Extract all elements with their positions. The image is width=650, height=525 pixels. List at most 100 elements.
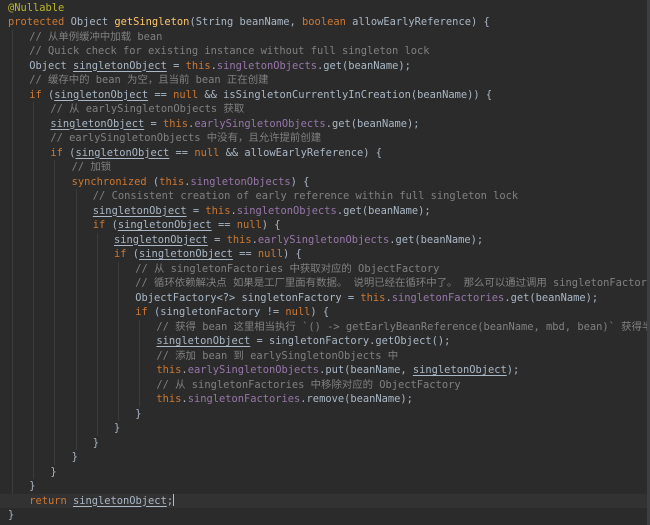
- code-line[interactable]: }: [0, 436, 650, 451]
- code-token: .get(beanName);: [389, 233, 484, 246]
- code-token: this: [163, 117, 189, 130]
- code-line[interactable]: if (singletonFactory != null) {: [0, 305, 650, 320]
- code-token: singletonObject: [72, 59, 167, 72]
- code-token: singletonFactories: [391, 291, 505, 304]
- code-token: singletonObject: [156, 335, 251, 347]
- code-token: null: [236, 219, 262, 231]
- code-token: if: [92, 219, 112, 231]
- code-token: @Nullable: [8, 1, 65, 14]
- code-line[interactable]: }: [0, 421, 650, 436]
- code-token: .get(beanName);: [317, 59, 411, 72]
- code-token: .get(beanName);: [325, 117, 420, 130]
- code-token: earlySingletonObjects: [194, 117, 326, 130]
- code-line[interactable]: ObjectFactory<?> singletonFactory = this…: [0, 291, 650, 306]
- code-line[interactable]: if (singletonObject == null && isSinglet…: [0, 88, 650, 103]
- code-line[interactable]: // 从 earlySingletonObjects 获取: [0, 102, 650, 117]
- code-token: // 获得 bean 这里相当执行 `() -> getEarlyBeanRef…: [156, 320, 650, 333]
- code-token: singletonObjects: [190, 175, 291, 188]
- code-line[interactable]: }: [0, 450, 650, 465]
- code-token: && allowEarlyReference) {: [225, 146, 382, 159]
- code-token: this: [185, 59, 211, 72]
- code-token: ==: [169, 146, 195, 159]
- code-line[interactable]: singletonObject = this.earlySingletonObj…: [0, 233, 650, 248]
- code-token: // 从 earlySingletonObjects 获取: [50, 103, 245, 115]
- code-token: this: [226, 233, 252, 246]
- code-line[interactable]: if (singletonObject == null && allowEarl…: [0, 146, 650, 161]
- code-line[interactable]: // Quick check for existing instance wit…: [0, 44, 650, 59]
- code-token: ) {: [282, 248, 302, 260]
- code-token: ) {: [290, 175, 310, 188]
- code-line[interactable]: // 从 singletonFactories 中移除对应的 ObjectFac…: [0, 378, 650, 393]
- code-token: // 从 singletonFactories 中获取对应的 ObjectFac…: [135, 262, 440, 275]
- code-token: singletonObjects: [236, 204, 337, 217]
- code-line[interactable]: }: [0, 508, 650, 523]
- code-token: this: [156, 393, 182, 405]
- code-line[interactable]: if (singletonObject == null) {: [0, 247, 650, 262]
- code-line[interactable]: // 添加 bean 到 earlySingletonObjects 中: [0, 349, 650, 364]
- code-token: // 加锁: [71, 161, 112, 173]
- code-token: // 缓存中的 bean 为空，且当前 bean 正在创建: [29, 74, 269, 86]
- code-line[interactable]: protected Object getSingleton(String bea…: [0, 15, 650, 30]
- code-token: // earlySingletonObjects 中没有，且允许提前创建: [50, 132, 322, 144]
- code-token: Object: [29, 59, 73, 72]
- code-line[interactable]: // 加锁: [0, 160, 650, 175]
- code-token: boolean: [302, 16, 353, 28]
- code-token: // 添加 bean 到 earlySingletonObjects 中: [156, 349, 399, 362]
- code-token: protected: [8, 16, 71, 28]
- code-line[interactable]: return singletonObject;: [0, 493, 650, 508]
- code-token: ==: [211, 219, 237, 231]
- code-line[interactable]: // 从 singletonFactories 中获取对应的 ObjectFac…: [0, 262, 650, 277]
- code-token: null: [285, 306, 311, 318]
- code-line[interactable]: singletonObject = this.earlySingletonObj…: [0, 117, 650, 132]
- code-token: if: [50, 146, 70, 159]
- code-token: }: [29, 480, 36, 492]
- code-line[interactable]: }: [0, 465, 650, 480]
- code-token: null: [173, 88, 205, 101]
- code-token: ObjectFactory<?> singletonFactory =: [135, 291, 361, 304]
- code-token: = singletonFactory.getObject();: [250, 335, 451, 347]
- code-line[interactable]: Object singletonObject = this.singletonO…: [0, 59, 650, 74]
- code-editor[interactable]: @Nullable protected Object getSingleton(S…: [0, 0, 650, 525]
- code-token: this: [205, 204, 231, 217]
- code-line[interactable]: singletonObject = singletonFactory.getOb…: [0, 334, 650, 349]
- code-token: singletonObject: [139, 248, 233, 260]
- code-token: singletonObject: [54, 88, 149, 101]
- code-token: ) {: [310, 306, 330, 318]
- code-token: singletonObject: [412, 364, 507, 376]
- code-token: }: [92, 436, 100, 449]
- code-line[interactable]: }: [0, 407, 650, 422]
- code-token: singletonFactories: [187, 393, 301, 405]
- code-line[interactable]: // 从单例缓冲中加载 bean: [0, 30, 650, 45]
- code-token: singletonObjects: [216, 59, 317, 72]
- code-token: this: [360, 291, 386, 304]
- code-line[interactable]: // Consistent creation of early referenc…: [0, 189, 650, 204]
- code-token: singletonObject: [72, 494, 167, 507]
- code-line[interactable]: // earlySingletonObjects 中没有，且允许提前创建: [0, 131, 650, 146]
- text-caret: [173, 493, 175, 506]
- code-token: if: [29, 88, 48, 101]
- code-token: =: [144, 117, 164, 130]
- code-token: =: [166, 59, 186, 72]
- code-token: =: [207, 233, 227, 246]
- code-line[interactable]: }: [0, 479, 650, 494]
- code-token: .get(beanName);: [336, 204, 431, 217]
- code-token: // 循环依赖解决点 如果是工厂里面有数据。 说明已经在循环中了。 那么可以通过…: [135, 277, 650, 289]
- code-line[interactable]: // 缓存中的 bean 为空，且当前 bean 正在创建: [0, 73, 650, 88]
- code-line[interactable]: // 获得 bean 这里相当执行 `() -> getEarlyBeanRef…: [0, 320, 650, 335]
- code-line[interactable]: if (singletonObject == null) {: [0, 218, 650, 233]
- code-token: =: [186, 204, 206, 217]
- code-line[interactable]: @Nullable: [0, 1, 650, 16]
- code-token: }: [135, 407, 142, 420]
- code-token: }: [71, 451, 78, 463]
- code-token: );: [506, 364, 520, 376]
- code-token: if: [135, 306, 154, 318]
- code-token: }: [8, 509, 15, 521]
- code-token: }: [50, 465, 57, 478]
- code-line[interactable]: this.earlySingletonObjects.put(beanName,…: [0, 363, 650, 378]
- code-line[interactable]: this.singletonFactories.remove(beanName)…: [0, 392, 650, 407]
- code-token: (singletonFactory !=: [153, 306, 286, 318]
- code-line[interactable]: // 循环依赖解决点 如果是工厂里面有数据。 说明已经在循环中了。 那么可以通过…: [0, 276, 650, 291]
- code-token: allowEarlyReference) {: [352, 16, 490, 28]
- code-line[interactable]: singletonObject = this.singletonObjects.…: [0, 204, 650, 219]
- code-line[interactable]: synchronized (this.singletonObjects) {: [0, 175, 650, 190]
